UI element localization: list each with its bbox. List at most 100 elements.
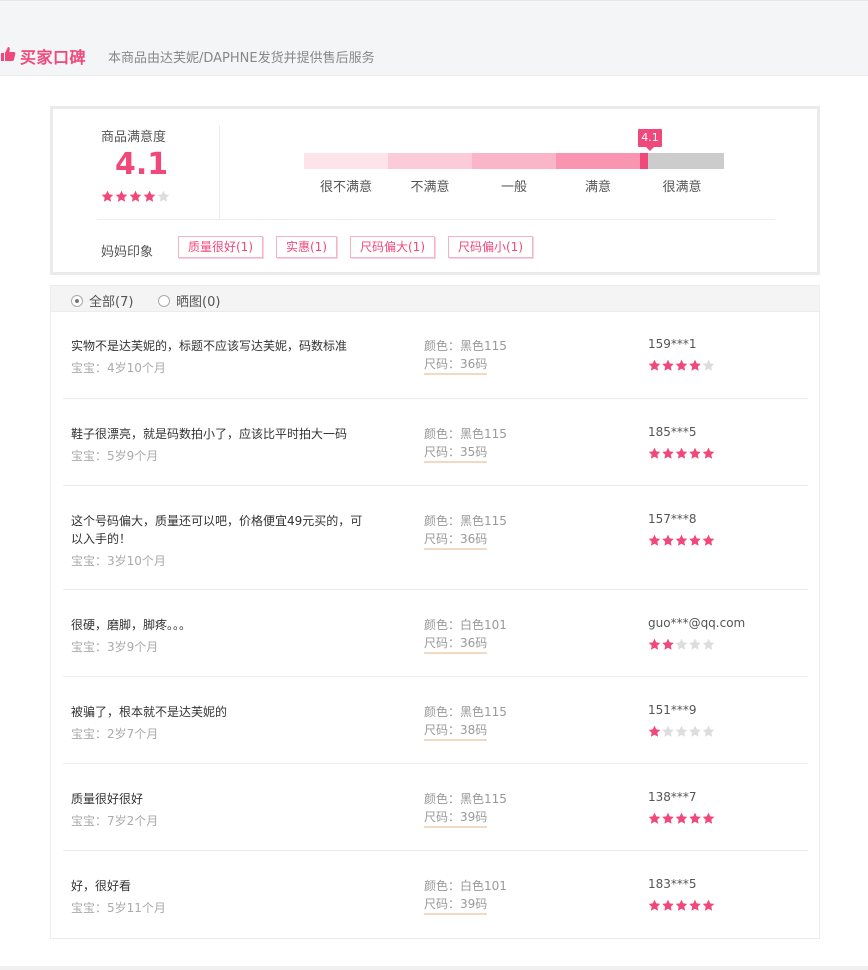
- product-color: 颜色：黑色115: [424, 792, 507, 806]
- star-filled-icon: [143, 190, 156, 202]
- satisfaction-segment: [472, 153, 556, 169]
- star-filled-icon: [648, 725, 661, 737]
- baby-age: 宝宝：3岁10个月: [71, 554, 166, 568]
- satisfaction-label: 商品满意度: [101, 130, 167, 145]
- page-header: 买家口碑 本商品由达芙妮/DAPHNE发货并提供售后服务: [0, 0, 868, 76]
- star-filled-icon: [662, 359, 674, 371]
- product-size: 尺码：36码: [424, 355, 488, 375]
- divider: [97, 219, 775, 220]
- impression-tag[interactable]: 尺码偏小(1): [448, 236, 533, 258]
- star-filled-icon: [648, 447, 661, 459]
- product-color: 颜色：白色101: [424, 879, 507, 893]
- star-filled-icon: [662, 534, 674, 546]
- impression-tag[interactable]: 实惠(1): [276, 236, 337, 258]
- impression-label: 妈妈印象: [101, 245, 154, 260]
- review-text: 这个号码偏大，质量还可以吧，价格便宜49元买的，可以入手的！: [71, 514, 363, 546]
- radio-selected-icon: [71, 294, 83, 307]
- thumbs-up-icon: [1, 47, 16, 61]
- star-filled-icon: [702, 447, 715, 459]
- page-footer-divider: [0, 966, 868, 970]
- star-filled-icon: [702, 899, 715, 911]
- review-filter-bar: 全部(7) 晒图(0): [50, 285, 820, 312]
- reviewer-name: 151***9: [648, 703, 697, 717]
- product-size: 尺码：35码: [424, 443, 488, 463]
- star-filled-icon: [689, 534, 701, 546]
- marker-pointer: [646, 147, 654, 151]
- star-filled-icon: [675, 359, 688, 371]
- satisfaction-score: 4.1: [115, 147, 169, 182]
- star-filled-icon: [648, 359, 661, 371]
- satisfaction-segment: [556, 153, 640, 169]
- star-filled-icon: [662, 638, 674, 650]
- star-empty-icon: [675, 638, 688, 650]
- baby-age: 宝宝：3岁9个月: [71, 640, 159, 654]
- review-item: 好，很好看 宝宝：5岁11个月 颜色：白色101 尺码：39码 183***5: [63, 851, 808, 938]
- level-label: 满意: [584, 180, 611, 195]
- star-filled-icon: [662, 447, 674, 459]
- satisfaction-segment: [388, 153, 472, 169]
- review-item: 鞋子很漂亮，就是码数拍小了，应该比平时拍大一码 宝宝：5岁9个月 颜色：黑色11…: [63, 399, 808, 486]
- star-filled-icon: [648, 534, 661, 546]
- star-empty-icon: [157, 190, 170, 202]
- reviewer-name: 183***5: [648, 877, 697, 891]
- review-stars: [648, 636, 715, 655]
- satisfaction-bar: [304, 153, 724, 169]
- star-filled-icon: [648, 812, 661, 824]
- star-filled-icon: [689, 899, 701, 911]
- impression-tag[interactable]: 质量很好(1): [178, 236, 263, 258]
- product-size: 尺码：36码: [424, 634, 488, 654]
- star-empty-icon: [662, 725, 674, 737]
- star-filled-icon: [662, 812, 674, 824]
- star-filled-icon: [115, 190, 128, 202]
- level-label: 一般: [500, 180, 527, 195]
- star-filled-icon: [689, 359, 701, 371]
- marker-value: 4.1: [638, 129, 662, 147]
- marker-tick: [640, 153, 648, 169]
- reviewer-name: guo***@qq.com: [648, 616, 746, 630]
- reviewer-name: 157***8: [648, 512, 697, 526]
- review-stars: [648, 532, 715, 551]
- star-empty-icon: [675, 725, 688, 737]
- radio-unselected-icon: [158, 294, 170, 307]
- satisfaction-segment: [640, 153, 724, 169]
- star-filled-icon: [675, 899, 688, 911]
- review-stars: [648, 897, 715, 916]
- review-text: 很硬，磨脚，脚疼。。。: [71, 618, 192, 632]
- reviewer-name: 159***1: [648, 337, 697, 351]
- star-filled-icon: [662, 899, 674, 911]
- level-label: 很满意: [662, 180, 702, 195]
- rating-summary: 商品满意度 4.1 4.1 很不满意 不满意 一般 满意 很满意 妈妈印象 质量…: [50, 106, 820, 275]
- satisfaction-levels: 很不满意 不满意 一般 满意 很满意: [304, 176, 724, 195]
- filter-photo-radio[interactable]: 晒图(0): [158, 291, 220, 310]
- star-empty-icon: [689, 725, 701, 737]
- star-filled-icon: [689, 447, 701, 459]
- review-item: 被骗了，根本就不是达芙妮的 宝宝：2岁7个月 颜色：黑色115 尺码：38码 1…: [63, 677, 808, 764]
- product-color: 颜色：白色101: [424, 618, 507, 632]
- divider: [219, 125, 220, 219]
- star-filled-icon: [675, 534, 688, 546]
- product-color: 颜色：黑色115: [424, 427, 507, 441]
- reviewer-name: 138***7: [648, 790, 697, 804]
- impression-tag[interactable]: 尺码偏大(1): [350, 236, 435, 258]
- product-size: 尺码：38码: [424, 721, 488, 741]
- satisfaction-stars: [101, 188, 170, 207]
- satisfaction-segment: [304, 153, 388, 169]
- reviewer-name: 185***5: [648, 425, 697, 439]
- star-filled-icon: [702, 812, 715, 824]
- filter-photo-label: 晒图(0): [176, 295, 221, 310]
- star-filled-icon: [675, 812, 688, 824]
- baby-age: 宝宝：5岁11个月: [71, 901, 166, 915]
- baby-age: 宝宝：7岁2个月: [71, 814, 159, 828]
- star-filled-icon: [675, 447, 688, 459]
- review-stars: [648, 445, 715, 464]
- star-empty-icon: [702, 359, 715, 371]
- review-list: 实物不是达芙妮的，标题不应该写达芙妮，码数标准 宝宝：4岁10个月 颜色：黑色1…: [50, 311, 820, 939]
- review-text: 质量很好很好: [71, 792, 144, 806]
- seller-notice: 本商品由达芙妮/DAPHNE发货并提供售后服务: [108, 51, 375, 66]
- star-filled-icon: [689, 812, 701, 824]
- product-color: 颜色：黑色115: [424, 705, 507, 719]
- filter-all-radio[interactable]: 全部(7): [71, 291, 133, 310]
- review-stars: [648, 357, 715, 376]
- star-filled-icon: [648, 638, 661, 650]
- product-size: 尺码：39码: [424, 808, 488, 828]
